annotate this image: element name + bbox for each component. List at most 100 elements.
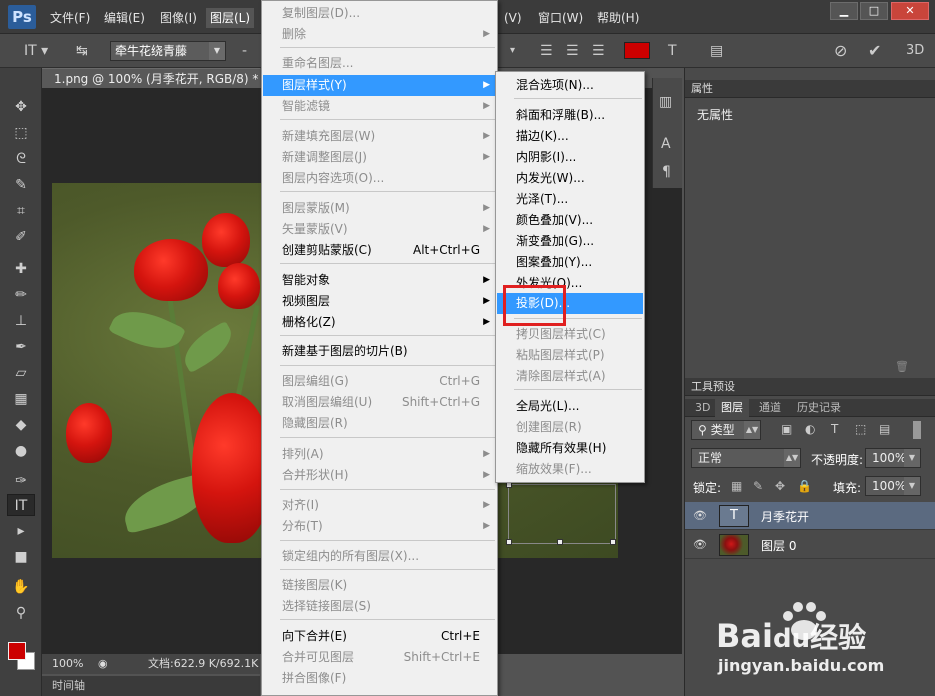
layer-style-item[interactable]: 渐变叠加(G)... <box>497 231 643 252</box>
layer-menu-item[interactable]: 合并形状(H) ▶ <box>263 465 496 486</box>
menu-edit[interactable]: 编辑(E) <box>100 8 149 28</box>
smart-object-filter-icon[interactable]: ▤ <box>879 422 890 436</box>
layer-style-item[interactable]: 斜面和浮雕(B)... <box>497 105 643 126</box>
transform-handle[interactable] <box>610 539 616 545</box>
cancel-icon[interactable]: ⊘ <box>834 41 847 61</box>
layer-menu-item[interactable]: 图层蒙版(M) ▶ <box>263 198 496 219</box>
layer-menu-item[interactable]: 重命名图层... <box>263 53 496 74</box>
layer-menu-item[interactable]: 智能对象 ▶ <box>263 270 496 291</box>
chevron-down-icon[interactable]: ▾ <box>510 41 515 61</box>
layer-name[interactable]: 月季花开 <box>761 508 809 525</box>
minimize-button[interactable]: ▁ <box>830 2 858 20</box>
layer-menu-item[interactable]: 创建剪贴蒙版(C) Alt+Ctrl+G <box>263 240 496 261</box>
paragraph-panel-icon[interactable]: ¶ <box>662 164 671 180</box>
lock-transparent-icon[interactable]: ▦ <box>731 479 742 493</box>
layer-menu-item[interactable]: 拼合图像(F) <box>263 668 496 689</box>
layer-menu-item[interactable]: 新建基于图层的切片(B) <box>263 341 496 362</box>
layer-style-item[interactable]: 内阴影(I)... <box>497 147 643 168</box>
blend-mode-select[interactable]: 正常 ▲▼ <box>691 448 801 468</box>
3d-icon[interactable]: 3D <box>906 41 924 61</box>
text-bounding-box[interactable] <box>506 482 616 545</box>
layer-style-item[interactable]: 颜色叠加(V)... <box>497 210 643 231</box>
layer-menu-item[interactable]: 图层样式(Y) ▶ <box>263 75 496 96</box>
history-panel-icon[interactable]: ▥ <box>659 94 672 110</box>
layer-style-item[interactable]: 拷贝图层样式(C) <box>497 324 643 345</box>
layer-menu-item[interactable]: 排列(A) ▶ <box>263 444 496 465</box>
type-tool-preset-icon[interactable]: IT ▾ <box>24 41 48 61</box>
trash-icon[interactable]: 🗑 <box>895 360 909 373</box>
move-tool-icon[interactable]: ✥ <box>7 96 35 118</box>
eyedropper-tool-icon[interactable]: ✐ <box>7 226 35 248</box>
layer-menu-item[interactable]: 新建填充图层(W) ▶ <box>263 126 496 147</box>
tab-history[interactable]: 历史记录 <box>791 399 847 417</box>
tab-layers[interactable]: 图层 <box>715 399 749 417</box>
layer-menu-item[interactable]: 栅格化(Z) ▶ <box>263 312 496 333</box>
eye-icon[interactable]: 👁 <box>693 538 707 552</box>
layer-style-item[interactable]: 创建图层(R) <box>497 417 643 438</box>
layer-style-item[interactable]: 清除图层样式(A) <box>497 366 643 387</box>
layer-menu-item[interactable]: 矢量蒙版(V) ▶ <box>263 219 496 240</box>
crop-tool-icon[interactable]: ⌗ <box>7 200 35 222</box>
tool-presets-title[interactable]: 工具预设 <box>691 380 735 393</box>
align-left-icon[interactable]: ☰ <box>540 41 553 61</box>
dodge-tool-icon[interactable]: ● <box>7 440 35 462</box>
layer-style-item[interactable]: 描边(K)... <box>497 126 643 147</box>
document-tab[interactable]: 1.png @ 100% (月季花开, RGB/8) * × <box>42 68 260 106</box>
status-menu-icon[interactable]: ◉ <box>98 654 108 674</box>
shape-filter-icon[interactable]: ⬚ <box>855 422 866 436</box>
path-select-tool-icon[interactable]: ▸ <box>7 520 35 542</box>
timeline-tab[interactable]: 时间轴 <box>42 676 260 696</box>
history-brush-tool-icon[interactable]: ✒ <box>7 336 35 358</box>
menu-window[interactable]: 窗口(W) <box>534 8 587 28</box>
pen-tool-icon[interactable]: ✑ <box>7 470 35 492</box>
layer-menu-item[interactable]: 图层编组(G) Ctrl+G <box>263 371 496 392</box>
layer-menu-item[interactable]: 分布(T) ▶ <box>263 516 496 537</box>
type-tool-icon[interactable]: IT <box>7 494 35 516</box>
maximize-button[interactable]: □ <box>860 2 888 20</box>
text-color-swatch[interactable] <box>624 42 650 59</box>
layer-filter-select[interactable]: ⚲ 类型 ▲▼ <box>691 420 761 440</box>
layer-style-item[interactable]: 混合选项(N)... <box>497 75 643 96</box>
lasso-tool-icon[interactable]: ᘓ <box>7 148 35 170</box>
menu-layer[interactable]: 图层(L) <box>206 8 255 28</box>
quick-select-tool-icon[interactable]: ✎ <box>7 174 35 196</box>
menu-help[interactable]: 帮助(H) <box>593 8 643 28</box>
font-style-select[interactable]: - <box>242 41 247 61</box>
warp-text-icon[interactable]: T <box>668 41 677 61</box>
layer-menu-item[interactable]: 向下合并(E) Ctrl+E <box>263 626 496 647</box>
layer-menu-item[interactable]: 隐藏图层(R) <box>263 413 496 434</box>
pixel-filter-icon[interactable]: ▣ <box>781 422 792 436</box>
lock-position-icon[interactable]: ✥ <box>775 479 785 493</box>
layer-menu-item[interactable]: 图层内容选项(O)... <box>263 168 496 189</box>
align-right-icon[interactable]: ☰ <box>592 41 605 61</box>
close-window-button[interactable]: ✕ <box>891 2 929 20</box>
layer-menu-item[interactable]: 复制图层(D)... <box>263 3 496 24</box>
layer-menu-item[interactable]: 锁定组内的所有图层(X)... <box>263 546 496 567</box>
lock-all-icon[interactable]: 🔒 <box>797 479 812 493</box>
toggle-text-orientation-icon[interactable]: ↹ <box>76 41 88 61</box>
layer-menu-item[interactable]: 链接图层(K) <box>263 575 496 596</box>
layer-style-item[interactable]: 缩放效果(F)... <box>497 459 643 480</box>
align-center-icon[interactable]: ☰ <box>566 41 579 61</box>
filter-toggle[interactable] <box>913 421 921 439</box>
layer-menu-item[interactable]: 选择链接图层(S) <box>263 596 496 617</box>
layer-style-item[interactable]: 隐藏所有效果(H) <box>497 438 643 459</box>
marquee-tool-icon[interactable]: ⬚ <box>7 122 35 144</box>
fill-input[interactable]: 100% ▼ <box>865 476 921 496</box>
zoom-level[interactable]: 100% <box>52 654 83 674</box>
layer-menu-item[interactable]: 合并可见图层 Shift+Ctrl+E <box>263 647 496 668</box>
layer-menu-item[interactable]: 删除 ▶ <box>263 24 496 45</box>
layer-style-item[interactable]: 内发光(W)... <box>497 168 643 189</box>
menu-file[interactable]: 文件(F) <box>46 8 94 28</box>
type-filter-icon[interactable]: T <box>831 422 838 436</box>
menu-view[interactable]: (V) <box>500 8 526 28</box>
eraser-tool-icon[interactable]: ▱ <box>7 362 35 384</box>
layer-menu-item[interactable]: 视频图层 ▶ <box>263 291 496 312</box>
adjustment-filter-icon[interactable]: ◐ <box>805 422 815 436</box>
commit-icon[interactable]: ✔ <box>868 41 881 61</box>
transform-handle[interactable] <box>506 539 512 545</box>
hand-tool-icon[interactable]: ✋ <box>7 576 35 598</box>
blur-tool-icon[interactable]: ◆ <box>7 414 35 436</box>
rectangle-tool-icon[interactable]: ■ <box>7 546 35 568</box>
character-panel-icon[interactable]: ▤ <box>710 41 723 61</box>
